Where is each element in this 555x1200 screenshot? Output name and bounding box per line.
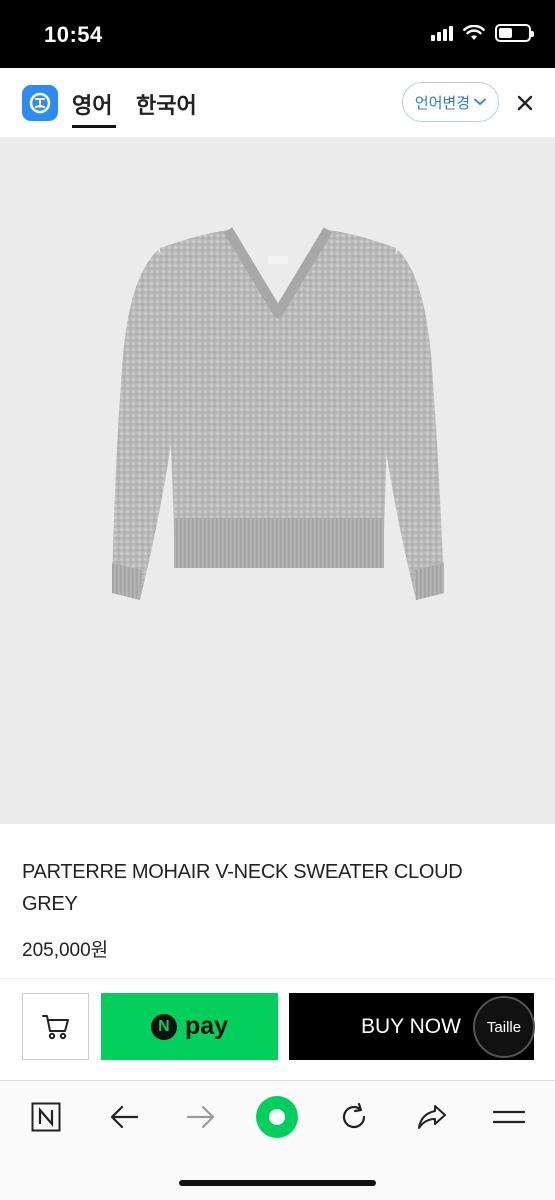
share-button[interactable] bbox=[410, 1095, 454, 1139]
add-to-cart-button[interactable] bbox=[22, 993, 89, 1060]
translate-app-logo-icon[interactable] bbox=[22, 85, 58, 121]
active-tab-indicator bbox=[72, 125, 116, 128]
menu-button[interactable] bbox=[487, 1095, 531, 1139]
naver-home-button[interactable] bbox=[24, 1095, 68, 1139]
forward-arrow-icon bbox=[186, 1105, 215, 1129]
product-price: 205,000원 bbox=[22, 940, 109, 961]
back-button[interactable] bbox=[102, 1095, 146, 1139]
green-home-button[interactable] bbox=[255, 1095, 299, 1139]
npay-button[interactable]: N pay bbox=[101, 993, 278, 1060]
close-icon bbox=[517, 95, 533, 111]
battery-icon bbox=[495, 24, 534, 42]
product-title: PARTERRE MOHAIR V-NECK SWEATER CLOUD GRE… bbox=[22, 861, 463, 915]
back-arrow-icon bbox=[110, 1105, 139, 1129]
tab-english[interactable]: 영어 bbox=[72, 88, 112, 120]
share-icon bbox=[418, 1105, 446, 1129]
purchase-bar: N pay BUY NOW Taille bbox=[0, 978, 555, 1080]
forward-button[interactable] bbox=[179, 1095, 223, 1139]
status-time: 10:54 bbox=[44, 22, 103, 47]
npay-label: pay bbox=[184, 1012, 229, 1040]
npay-logo-icon: N bbox=[150, 1013, 177, 1040]
chevron-down-icon bbox=[474, 98, 486, 106]
taille-brand-badge[interactable]: Taille bbox=[473, 996, 535, 1058]
status-icons bbox=[431, 24, 534, 42]
translation-header: 영어 한국어 언어변경 bbox=[0, 68, 555, 138]
wifi-icon bbox=[463, 25, 485, 40]
status-bar: 10:54 bbox=[0, 0, 555, 68]
change-language-button[interactable]: 언어변경 bbox=[402, 82, 499, 122]
refresh-icon bbox=[342, 1102, 366, 1129]
menu-icon bbox=[493, 1110, 525, 1124]
change-language-label: 언어변경 bbox=[414, 94, 471, 112]
home-indicator[interactable] bbox=[179, 1180, 376, 1186]
green-home-dot-icon bbox=[256, 1096, 298, 1138]
cart-icon bbox=[41, 1014, 69, 1039]
product-image[interactable] bbox=[0, 138, 555, 824]
sweater-illustration bbox=[112, 227, 444, 600]
naver-n-icon bbox=[31, 1102, 61, 1132]
close-button[interactable] bbox=[510, 88, 540, 118]
cellular-signal-icon bbox=[431, 25, 453, 41]
tab-korean[interactable]: 한국어 bbox=[136, 88, 197, 120]
refresh-button[interactable] bbox=[332, 1095, 376, 1139]
